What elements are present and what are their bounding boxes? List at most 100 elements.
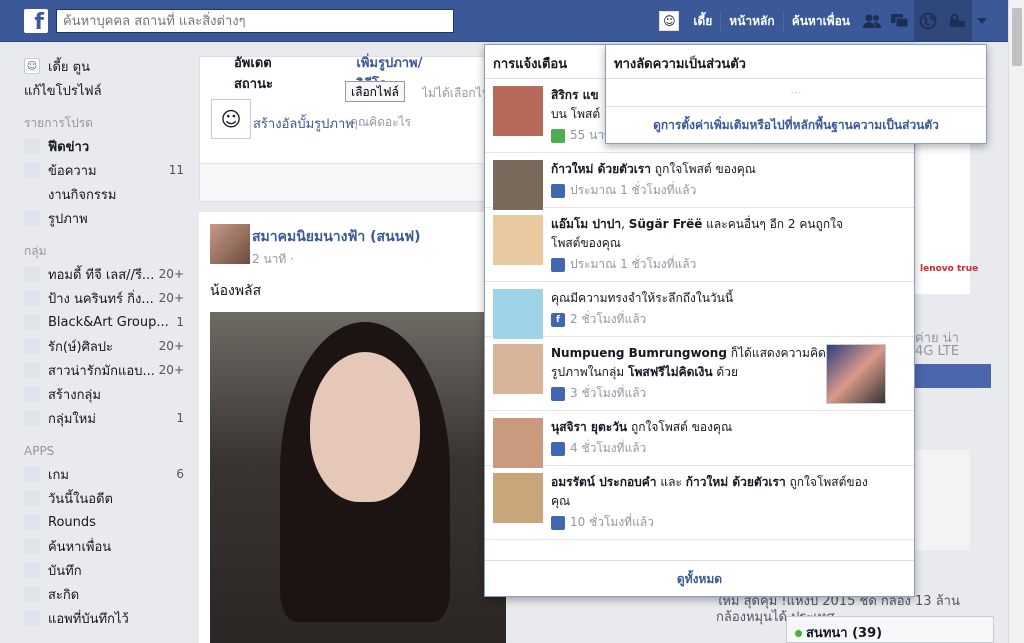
sidebar-group-item-count: 20+ — [158, 291, 184, 305]
notifications-list[interactable]: สิริกร แข บน โพสต์ 55 นาที ก้าวใหม่ ด้วยตัว… — [485, 79, 914, 561]
choose-file-button[interactable]: เลือกไฟล์ — [345, 81, 405, 102]
post-author-name[interactable]: สมาคมนิยมนางฟ้า (สนนฟ) — [252, 226, 421, 248]
messages-icon[interactable] — [886, 0, 914, 42]
sidebar-app-item-icon — [24, 610, 40, 626]
see-all-notifications-link[interactable]: ดูทั้งหมด — [485, 560, 914, 596]
sidebar-app-item-label: ค้นหาเพื่อน — [48, 539, 112, 555]
find-friends-link[interactable]: ค้นหาเพื่อน — [784, 11, 858, 31]
create-photo-album-link[interactable]: สร้างอัลบั้มรูปภาพ — [253, 113, 354, 134]
groups-list: ทอมดี้ ทีจี เลส//รี... 20+ ป้าง นครินทร์ ก… — [24, 262, 184, 430]
notification-time: 4 ชั่วโมงที่แล้ว — [551, 439, 906, 458]
notification-item[interactable]: อมรรัตน์ ประกอบคำ และ ก้าวใหม่ ด้วยตัวเร… — [485, 466, 914, 540]
like-icon — [551, 257, 565, 272]
privacy-shortcuts-dropdown: ทางลัดความเป็นส่วนตัว ··· ดูการตั้งค่าเพ… — [605, 44, 987, 144]
sidebar-app-item-icon — [24, 586, 40, 602]
sidebar-favorite-item[interactable]: ข้อความ 11 — [24, 158, 184, 182]
user-avatar[interactable]: ☺ — [659, 11, 680, 31]
sidebar-group-item[interactable]: สาวน่ารักมักแอบ... 20+ — [24, 358, 184, 382]
notification-photo-thumbnail[interactable] — [826, 344, 886, 404]
notification-text: ก้าวใหม่ ด้วยตัวเรา ถูกใจโพสต์ ของคุณ — [551, 162, 756, 176]
notification-item[interactable]: Numpueng Bumrungwong ก็ได้แสดงความคิดเห็… — [485, 337, 914, 411]
sidebar-group-item[interactable]: รัก(ษ์)ศิลปะ 20+ — [24, 334, 184, 358]
nav-right: ☺ เดี้ย หน้าหลัก ค้นหาเพื่อน — [659, 0, 992, 42]
post-author-avatar[interactable] — [210, 224, 250, 264]
sidebar-app-item[interactable]: Rounds — [24, 510, 184, 534]
account-menu-chevron-down-icon[interactable] — [972, 0, 992, 42]
sidebar-favorite-item[interactable]: ฟีดข่าว — [24, 134, 184, 158]
page-scrollbar[interactable] — [1008, 0, 1024, 643]
favorites-list: ฟีดข่าวข้อความ 11 งานกิจกรรม รูปภาพ — [24, 134, 184, 230]
sidebar-group-item[interactable]: Black&Art Group... 1 — [24, 310, 184, 334]
sidebar-app-item[interactable]: ค้นหาเพื่อน — [24, 534, 184, 558]
sidebar-edit-profile[interactable]: แก้ไขโปรไฟล์ — [24, 78, 184, 102]
sidebar-app-item[interactable]: สะกิด — [24, 582, 184, 606]
photo-face-shape — [310, 352, 420, 502]
sidebar-group-item-label: Black&Art Group... — [48, 314, 169, 330]
groups-heading[interactable]: กลุ่ม — [24, 240, 184, 262]
apps-heading[interactable]: APPS — [24, 440, 184, 462]
sidebar-app-item[interactable]: เกม 6 — [24, 462, 184, 486]
sidebar-group-item-count: 1 — [176, 411, 184, 425]
ad-text-line-2[interactable]: 4G LTE — [915, 344, 959, 359]
notifications-globe-icon[interactable] — [914, 0, 942, 42]
sidebar-favorite-item[interactable]: รูปภาพ — [24, 206, 184, 230]
sidebar-app-item[interactable]: แอพที่บันทึกไว้ — [24, 606, 184, 630]
right-blue-banner[interactable] — [915, 364, 991, 388]
sidebar-favorite-item-label: ฟีดข่าว — [48, 139, 90, 155]
profile-name[interactable]: เดี้ย ตูน — [48, 56, 184, 77]
sidebar-app-item-label: แอพที่บันทึกไว้ — [48, 611, 129, 627]
notification-time: ประมาณ 1 ชั่วโมงที่แล้ว — [551, 181, 906, 200]
sidebar-favorite-item[interactable]: งานกิจกรรม — [24, 182, 184, 206]
sidebar-group-item-icon — [24, 338, 40, 354]
composer-footer — [200, 163, 484, 201]
sidebar-app-item-icon — [24, 562, 40, 578]
privacy-settings-link[interactable]: ดูการตั้งค่าเพิ่มเติมหรือไปที่หลักพื้นฐา… — [606, 107, 986, 143]
right-ad-card-2[interactable] — [915, 450, 970, 550]
sidebar-group-item[interactable]: สร้างกลุ่ม — [24, 382, 184, 406]
post-text: น้องพลัส — [210, 283, 262, 299]
notification-item[interactable]: แอ๊มโม ปาปา, Sügär Frëë และคนอื่นๆ อีก 2… — [485, 208, 914, 282]
sidebar-group-item-icon — [24, 410, 40, 426]
search-input[interactable] — [56, 9, 454, 33]
notification-item[interactable]: นุสจิรา ยุตะวัน ถูกใจโพสต์ ของคุณ 4 ชั่วโ… — [485, 411, 914, 468]
privacy-shortcuts-icon[interactable] — [942, 0, 972, 42]
notification-text: แอ๊มโม ปาปา, Sügär Frëë และคนอื่นๆ อีก 2… — [551, 217, 843, 250]
sidebar-group-item[interactable]: กลุ่มใหม่ 1 — [24, 406, 184, 430]
chat-sidebar-toggle[interactable]: สนทนา (39) — [786, 616, 994, 643]
composer-prompt[interactable]: คุณคิดอะไร — [350, 113, 411, 132]
edit-profile-link[interactable]: แก้ไขโปรไฟล์ — [24, 80, 184, 101]
tab-update-status[interactable]: อัพเดตสถานะ — [234, 52, 308, 94]
facebook-icon: f — [551, 312, 565, 327]
notification-item[interactable]: ก้าวใหม่ ด้วยตัวเรา ถูกใจโพสต์ ของคุณประ… — [485, 153, 914, 210]
notification-item[interactable]: คุณมีความทรงจำให้ระลึกถึงในวันนี้ f 2 ชั่ว… — [485, 282, 914, 339]
facebook-logo-icon[interactable]: f — [24, 9, 48, 33]
sidebar-group-item[interactable]: ป้าง นครินทร์ กิ่ง... 20+ — [24, 286, 184, 310]
profile-link[interactable]: เดี้ย — [685, 11, 722, 31]
notification-avatar — [493, 418, 543, 468]
post-timestamp[interactable]: 2 นาที · — [252, 250, 294, 269]
sidebar-group-item-icon — [24, 386, 40, 402]
sidebar-app-item[interactable]: บันทึก — [24, 558, 184, 582]
apps-list: เกม 6 วันนี้ในอดีต Rounds ค้นหาเพื่อนบันทึกส… — [24, 462, 184, 630]
notification-text: อมรรัตน์ ประกอบคำ และ ก้าวใหม่ ด้วยตัวเร… — [551, 475, 868, 508]
online-dot-icon — [795, 630, 802, 637]
like-icon — [551, 183, 565, 198]
sidebar-group-item-label: กลุ่มใหม่ — [48, 411, 96, 427]
notification-text: Numpueng Bumrungwong ก็ได้แสดงความคิดเห็… — [551, 346, 862, 379]
brand-logo: lenovo true — [920, 264, 979, 274]
sidebar-app-item[interactable]: วันนี้ในอดีต — [24, 486, 184, 510]
notification-avatar — [493, 289, 543, 339]
sidebar-profile[interactable]: ☺ เดี้ย ตูน — [24, 54, 184, 78]
like-icon — [551, 441, 565, 456]
home-link[interactable]: หน้าหลัก — [721, 11, 784, 31]
sidebar-app-item-label: บันทึก — [48, 563, 82, 579]
chat-label: สนทนา (39) — [806, 626, 883, 641]
friend-requests-icon[interactable] — [858, 0, 886, 42]
scrollbar-thumb[interactable] — [1012, 8, 1022, 66]
sidebar-group-item-label: สร้างกลุ่ม — [48, 387, 101, 403]
top-navigation-bar: f ☺ เดี้ย หน้าหลัก ค้นหาเพื่อน — [0, 0, 1008, 42]
sidebar-app-item-icon — [24, 538, 40, 554]
left-sidebar: ☺ เดี้ย ตูน แก้ไขโปรไฟล์ รายการโปรด ฟีดข… — [24, 54, 184, 630]
sidebar-group-item[interactable]: ทอมดี้ ทีจี เลส//รี... 20+ — [24, 262, 184, 286]
post-photo[interactable] — [210, 312, 506, 643]
